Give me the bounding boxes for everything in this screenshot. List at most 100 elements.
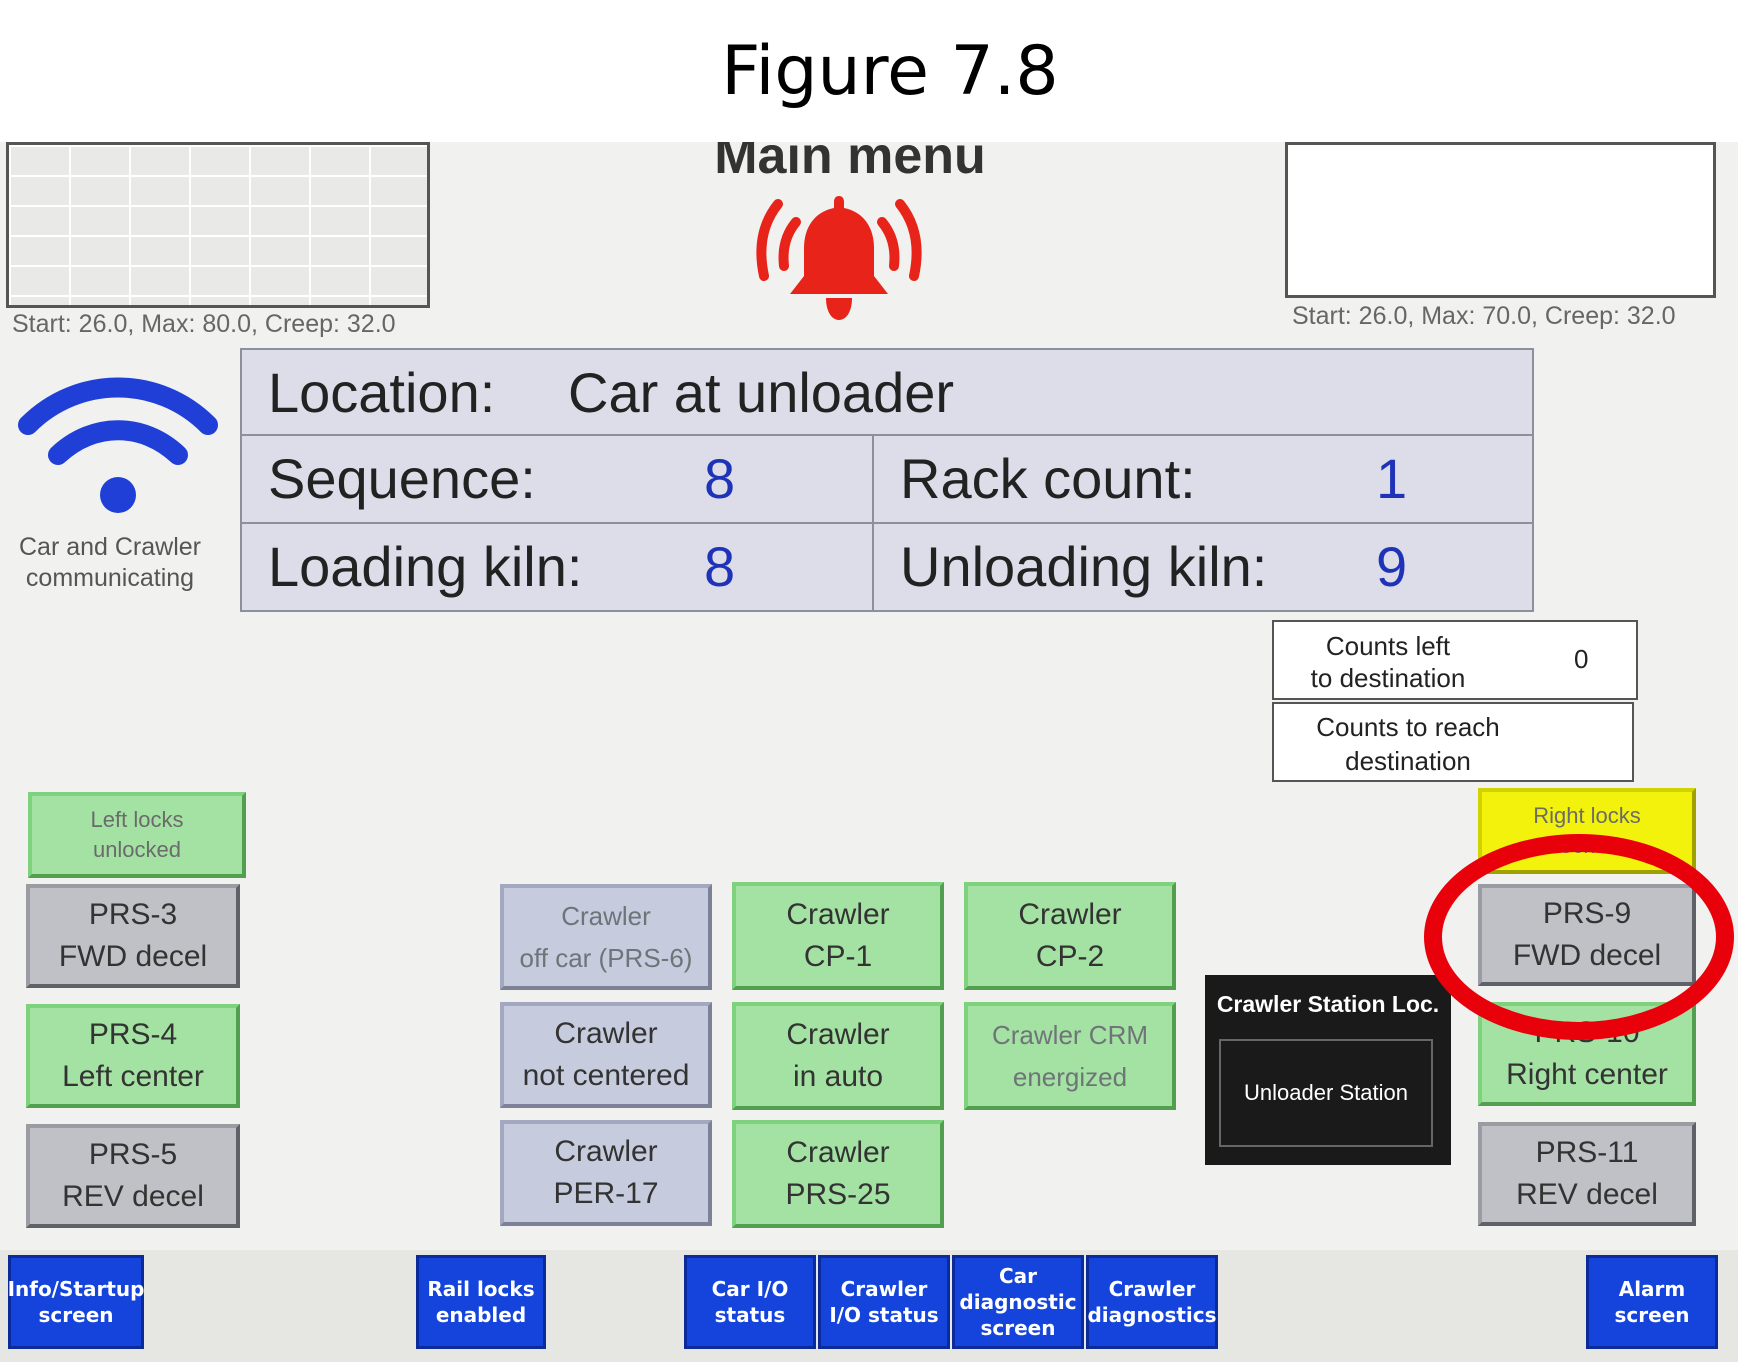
crawler-not-centered-line1: Crawler	[554, 1017, 658, 1050]
status-panel: Location: Car at unloader Sequence: 8 Ra…	[240, 348, 1534, 612]
loading-kiln-value: 8	[704, 535, 736, 598]
crawler-crm-indicator: Crawler CRM energized	[964, 1002, 1176, 1110]
right-locks-line1: Right locks	[1533, 803, 1641, 828]
rail-locks-button[interactable]: Rail locks enabled	[416, 1255, 546, 1349]
car-io-status-button[interactable]: Car I/O status	[684, 1255, 816, 1349]
right-locks-indicator: Right locks locked	[1478, 788, 1696, 874]
loading-kiln-label: Loading kiln:	[268, 535, 583, 598]
counts-left-line2: to destination	[1310, 663, 1466, 693]
prs10-line1: PRS-10	[1534, 1016, 1640, 1049]
rack-count-cell: Rack count: 1	[872, 434, 1534, 524]
info-startup-line1: Info/Startup	[7, 1277, 145, 1301]
left-locks-line1: Left locks	[90, 807, 184, 832]
prs9-line1: PRS-9	[1542, 897, 1632, 930]
trend-chart-left	[6, 142, 430, 308]
crawler-in-auto-line2: in auto	[792, 1060, 884, 1093]
counts-reach-line2: destination	[1345, 746, 1471, 776]
sequence-value: 8	[704, 447, 736, 510]
crawler-prs25-indicator: Crawler PRS-25	[732, 1120, 944, 1228]
loading-kiln-cell: Loading kiln: 8	[240, 522, 874, 612]
crawler-cp2-indicator: Crawler CP-2	[964, 882, 1176, 990]
trend-right-scale: Start: 26.0, Max: 70.0, Creep: 32.0	[1292, 302, 1676, 330]
rack-count-label: Rack count:	[900, 447, 1196, 510]
crawler-off-car-indicator: Crawler off car (PRS-6)	[500, 884, 712, 990]
prs4-line2: Left center	[62, 1060, 204, 1093]
crawler-cp2-line1: Crawler	[1018, 898, 1122, 931]
prs3-line2: FWD decel	[58, 940, 208, 973]
alarm-screen-line2: screen	[1614, 1303, 1690, 1327]
crawler-station-value: Unloader Station	[1219, 1039, 1433, 1147]
prs9-line2: FWD decel	[1512, 939, 1662, 972]
crawler-station-location: Crawler Station Loc. Unloader Station	[1205, 975, 1451, 1165]
rail-locks-line2: enabled	[435, 1303, 527, 1327]
crawler-off-car-line2: off car (PRS-6)	[519, 943, 693, 973]
figure-caption: Figure 7.8	[721, 32, 1059, 111]
counts-left-value: 0	[1574, 644, 1589, 674]
prs4-line1: PRS-4	[88, 1018, 178, 1051]
alarm-screen-button[interactable]: Alarm screen	[1586, 1255, 1718, 1349]
prs11-indicator: PRS-11 REV decel	[1478, 1122, 1696, 1226]
location-row: Location: Car at unloader	[240, 348, 1534, 436]
alarm-bell-icon[interactable]	[756, 180, 922, 330]
right-locks-line2: locked	[1555, 833, 1619, 858]
unloading-kiln-value: 9	[1376, 535, 1408, 598]
crawler-io-line2: I/O status	[829, 1303, 939, 1327]
prs5-indicator: PRS-5 REV decel	[26, 1124, 240, 1228]
unloading-kiln-cell: Unloading kiln: 9	[872, 522, 1534, 612]
counts-reach-line1: Counts to reach	[1316, 712, 1500, 742]
counts-left-box: Counts left to destination 0	[1272, 620, 1638, 700]
car-io-line2: status	[714, 1303, 786, 1327]
crawler-per17-indicator: Crawler PER-17	[500, 1120, 712, 1226]
car-diag-line3: screen	[980, 1316, 1056, 1340]
comm-status-line1: Car and Crawler	[18, 533, 201, 561]
counts-left-line1: Counts left	[1325, 631, 1451, 661]
wifi-icon	[18, 377, 218, 513]
rail-locks-line1: Rail locks	[427, 1277, 535, 1301]
sequence-label: Sequence:	[268, 447, 536, 510]
sequence-cell: Sequence: 8	[240, 434, 874, 524]
unloading-kiln-label: Unloading kiln:	[900, 535, 1268, 598]
hmi-screen: Start: 26.0, Max: 80.0, Creep: 32.0 Star…	[0, 142, 1738, 1362]
crawler-not-centered-indicator: Crawler not centered	[500, 1002, 712, 1108]
crawler-per17-line2: PER-17	[553, 1177, 659, 1210]
crawler-off-car-line1: Crawler	[561, 901, 651, 931]
info-startup-line2: screen	[38, 1303, 114, 1327]
crawler-crm-line1: Crawler CRM	[992, 1020, 1148, 1050]
trend-left-scale: Start: 26.0, Max: 80.0, Creep: 32.0	[12, 310, 396, 338]
car-diag-line1: Car	[998, 1264, 1038, 1288]
prs3-line1: PRS-3	[88, 898, 178, 931]
car-io-line1: Car I/O	[711, 1277, 789, 1301]
crawler-per17-line1: Crawler	[554, 1135, 658, 1168]
crawler-prs25-line2: PRS-25	[785, 1178, 891, 1211]
counts-reach-box: Counts to reach destination	[1272, 702, 1634, 782]
prs9-indicator: PRS-9 FWD decel	[1478, 884, 1696, 986]
location-value: Car at unloader	[568, 361, 955, 424]
crawler-cp1-line2: CP-1	[803, 940, 873, 973]
car-diagnostic-screen-button[interactable]: Car diagnostic screen	[952, 1255, 1084, 1349]
prs3-indicator: PRS-3 FWD decel	[26, 884, 240, 988]
crawler-cp2-line2: CP-2	[1035, 940, 1105, 973]
prs10-line2: Right center	[1506, 1058, 1668, 1091]
comm-status-label: Car and Crawler communicating	[0, 532, 220, 594]
rack-count-value: 1	[1376, 447, 1408, 510]
crawler-diag-line1: Crawler	[1108, 1277, 1196, 1301]
car-diag-line2: diagnostic	[959, 1290, 1077, 1314]
crawler-crm-line2: energized	[1012, 1062, 1128, 1092]
info-startup-screen-button[interactable]: Info/Startup screen	[8, 1255, 144, 1349]
crawler-diag-line2: diagnostics	[1087, 1303, 1217, 1327]
crawler-io-status-button[interactable]: Crawler I/O status	[818, 1255, 950, 1349]
location-label: Location:	[268, 361, 496, 424]
crawler-diagnostics-button[interactable]: Crawler diagnostics	[1086, 1255, 1218, 1349]
prs5-line1: PRS-5	[88, 1138, 178, 1171]
prs10-indicator: PRS-10 Right center	[1478, 1002, 1696, 1106]
prs5-line2: REV decel	[62, 1180, 204, 1213]
prs4-indicator: PRS-4 Left center	[26, 1004, 240, 1108]
crawler-station-title: Crawler Station Loc.	[1216, 991, 1440, 1017]
crawler-not-centered-line2: not centered	[522, 1059, 690, 1092]
left-locks-line2: unlocked	[92, 837, 182, 862]
trend-chart-right	[1285, 142, 1716, 298]
crawler-io-line1: Crawler	[840, 1277, 928, 1301]
crawler-in-auto-line1: Crawler	[786, 1018, 890, 1051]
prs11-line1: PRS-11	[1535, 1136, 1639, 1169]
crawler-cp1-line1: Crawler	[786, 898, 890, 931]
